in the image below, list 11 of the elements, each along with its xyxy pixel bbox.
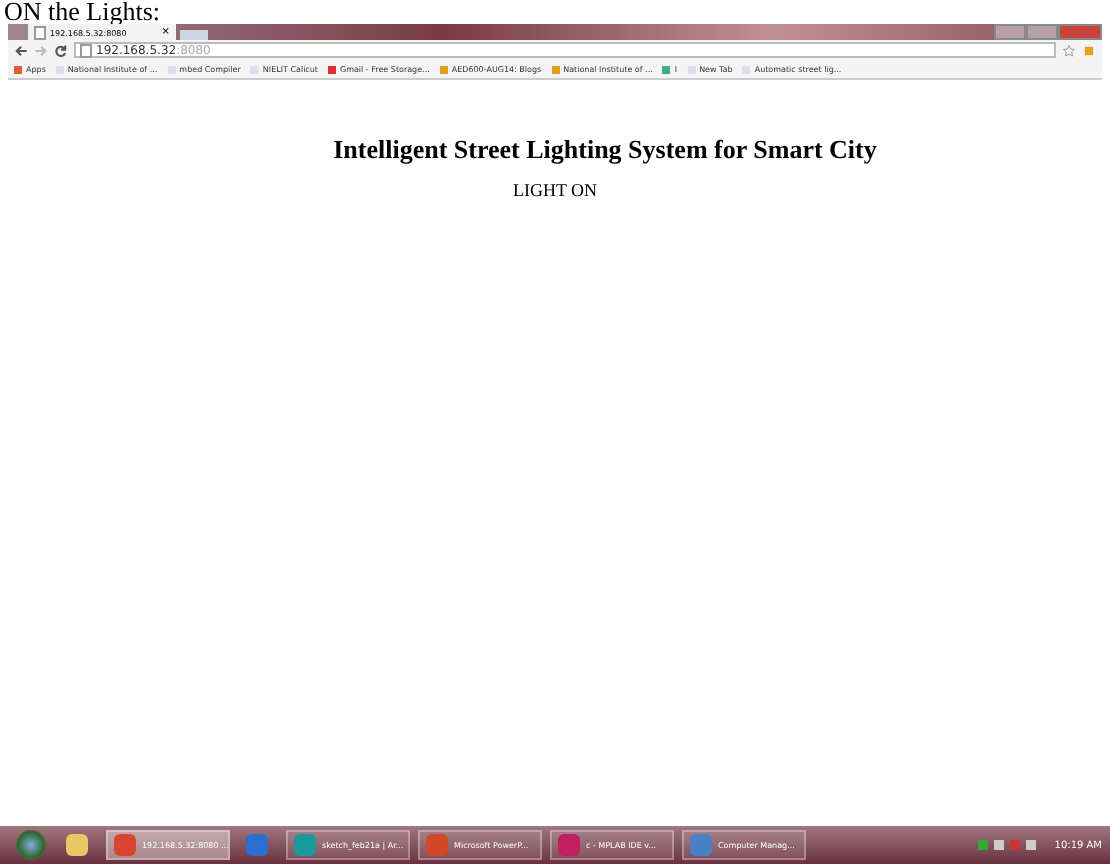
close-button[interactable] [1058,24,1102,40]
back-icon[interactable] [14,43,28,57]
start-button[interactable] [16,830,46,860]
maximize-button[interactable] [1026,24,1058,40]
reload-icon[interactable] [54,43,68,57]
light-status-text: LIGHT ON [512,180,598,200]
caption-text: ON the Lights: [2,0,160,24]
star-icon[interactable] [1062,43,1076,57]
forward-icon[interactable] [34,43,48,57]
minimize-button[interactable] [994,24,1026,40]
page-heading: Intelligent Street Lighting System for Smart City [333,134,877,166]
